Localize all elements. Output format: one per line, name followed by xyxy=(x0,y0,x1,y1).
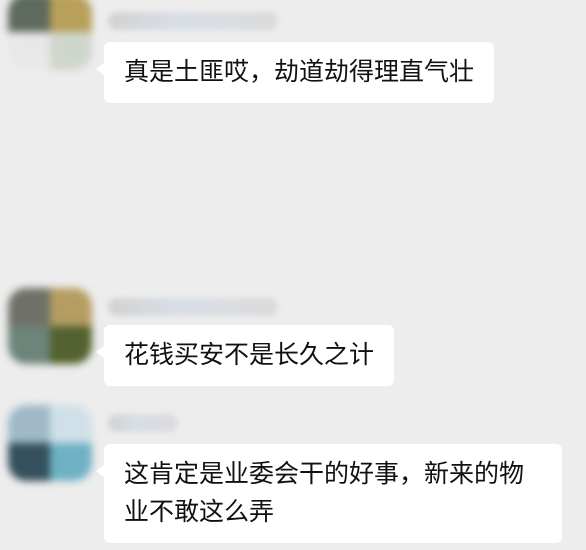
avatar[interactable] xyxy=(8,0,92,70)
avatar-pixel xyxy=(8,405,50,443)
avatar[interactable] xyxy=(8,288,92,364)
sender-name xyxy=(108,298,278,316)
avatar-pixel xyxy=(50,32,92,70)
avatar-pixel xyxy=(50,405,92,443)
avatar-pixel xyxy=(8,326,50,364)
avatar-pixel xyxy=(50,288,92,326)
sender-name xyxy=(108,12,278,30)
avatar-pixel xyxy=(50,0,92,32)
message-bubble[interactable]: 这肯定是业委会干的好事，新来的物业不敢这么弄 xyxy=(96,444,562,543)
avatar-pixel xyxy=(8,32,50,70)
avatar[interactable] xyxy=(8,405,92,481)
avatar-pixel xyxy=(8,443,50,481)
avatar-pixel xyxy=(50,326,92,364)
avatar-pixel xyxy=(8,0,50,32)
avatar-pixel xyxy=(8,288,50,326)
avatar-pixel xyxy=(50,443,92,481)
sender-name xyxy=(108,414,178,432)
message-bubble[interactable]: 真是土匪哎，劫道劫得理直气壮 xyxy=(95,42,495,103)
message-bubble[interactable]: 花钱买安不是长久之计 xyxy=(95,325,395,386)
